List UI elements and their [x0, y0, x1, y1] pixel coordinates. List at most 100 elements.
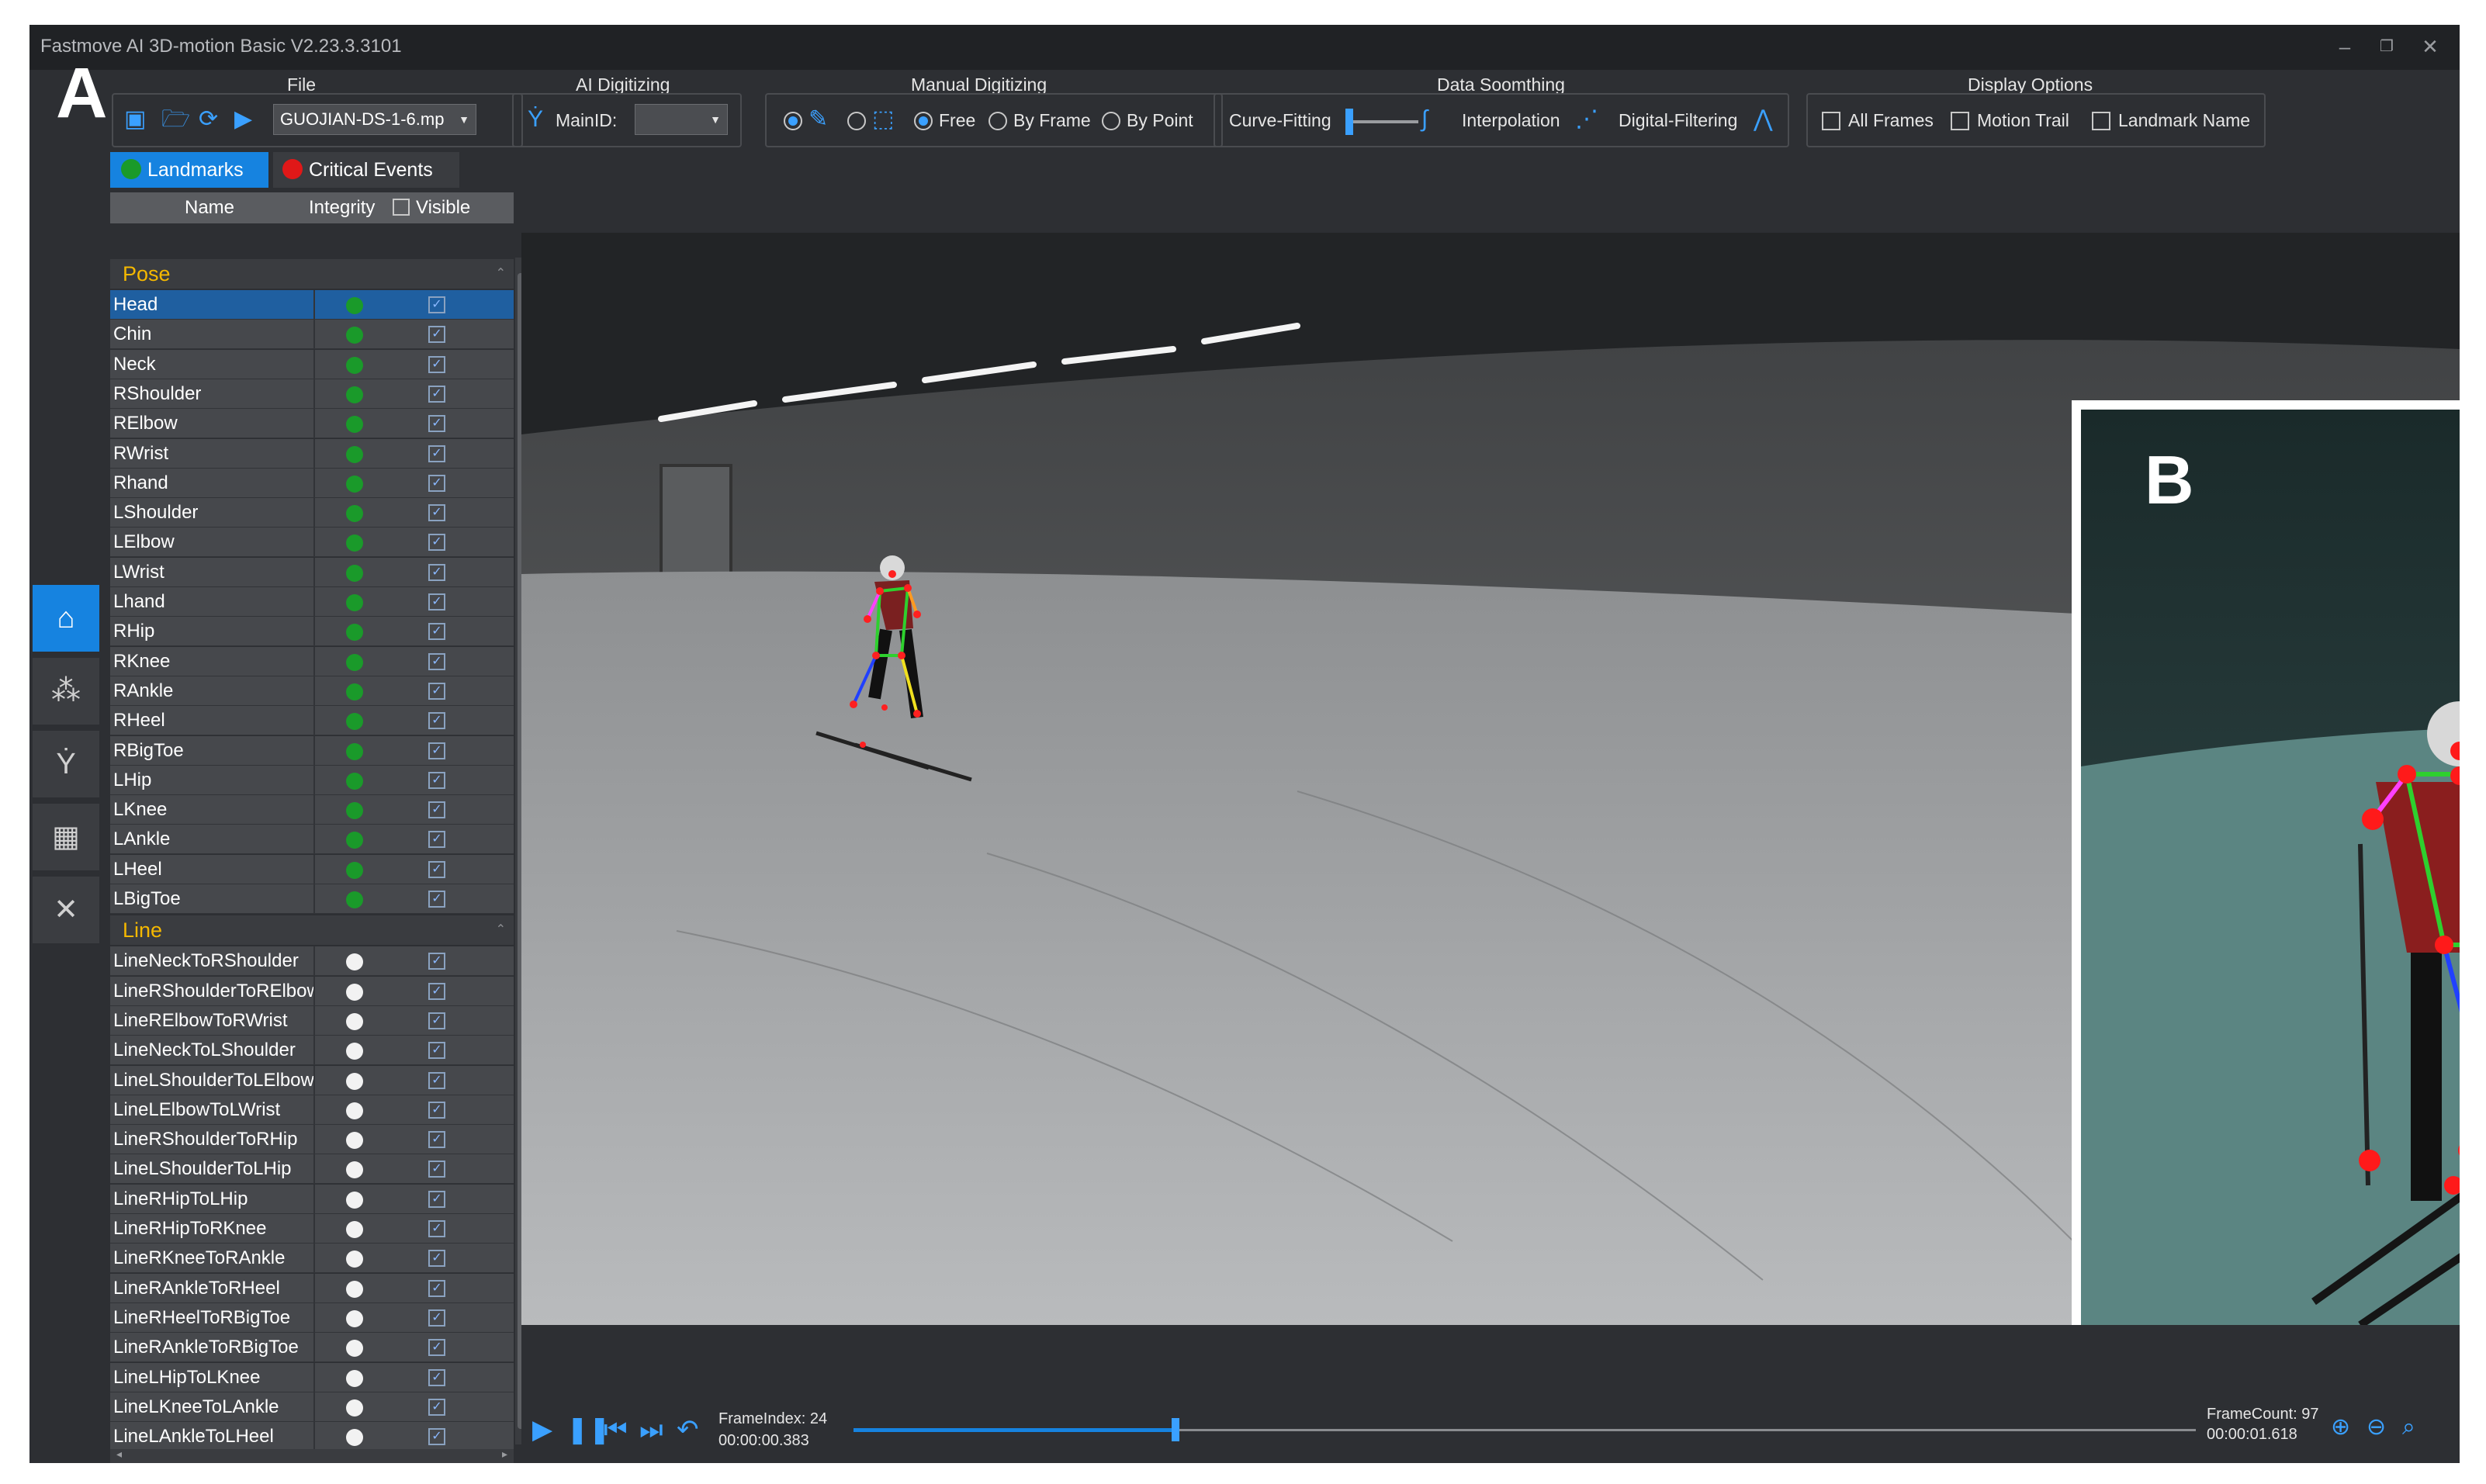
step-back-icon[interactable]: ⏮ [604, 1416, 628, 1444]
line-landmark-row[interactable]: LineRHeelToRBigToe ✓ [110, 1302, 514, 1333]
line-section[interactable]: Line ⌃ [110, 915, 514, 946]
close-icon[interactable]: ✕ [2416, 34, 2444, 59]
tab-landmarks[interactable]: Landmarks [110, 152, 268, 188]
visible-all-checkbox[interactable] [393, 199, 410, 216]
line-landmark-row[interactable]: LineLShoulderToLElbow ✓ [110, 1065, 514, 1095]
step-forward-icon[interactable]: ⏭ [639, 1416, 663, 1444]
visible-checkbox[interactable]: ✓ [428, 385, 445, 403]
tools-icon[interactable]: ✕ [33, 877, 99, 943]
restore-icon[interactable]: ❐ [2373, 34, 2401, 59]
visible-checkbox[interactable]: ✓ [428, 982, 445, 1000]
visible-checkbox[interactable]: ✓ [428, 831, 445, 849]
visible-checkbox[interactable]: ✓ [428, 771, 445, 789]
pose-landmark-row[interactable]: LKnee ✓ [110, 795, 514, 825]
visible-checkbox[interactable]: ✓ [428, 1101, 445, 1119]
home-icon[interactable]: ⌂ [33, 585, 99, 652]
visible-checkbox[interactable]: ✓ [428, 415, 445, 433]
skeleton-icon[interactable]: Ẏ [33, 731, 99, 797]
visible-checkbox[interactable]: ✓ [428, 953, 445, 970]
pose-landmark-row[interactable]: Neck ✓ [110, 349, 514, 379]
pose-landmark-row[interactable]: LHeel ✓ [110, 854, 514, 884]
visible-checkbox[interactable]: ✓ [428, 712, 445, 730]
curve-icon[interactable]: ∫ [1421, 106, 1428, 133]
visible-checkbox[interactable]: ✓ [428, 1161, 445, 1178]
save-icon[interactable]: ▣ [124, 106, 146, 133]
box-select-icon[interactable]: ⬚ [872, 106, 894, 133]
undo-icon[interactable]: ↶ [677, 1416, 699, 1444]
pose-landmark-row[interactable]: LWrist ✓ [110, 557, 514, 587]
visible-checkbox[interactable]: ✓ [428, 1279, 445, 1297]
curve-fitting-slider[interactable] [1345, 109, 1353, 135]
line-landmark-row[interactable]: LineLElbowToLWrist ✓ [110, 1095, 514, 1125]
visible-checkbox[interactable]: ✓ [428, 1012, 445, 1029]
visible-checkbox[interactable]: ✓ [428, 891, 445, 908]
visible-checkbox[interactable]: ✓ [428, 682, 445, 700]
visible-checkbox[interactable]: ✓ [428, 742, 445, 759]
minimize-icon[interactable]: – [2331, 34, 2359, 59]
pose-landmark-row[interactable]: RBigToe ✓ [110, 735, 514, 766]
pose-landmark-row[interactable]: RElbow ✓ [110, 409, 514, 439]
visible-checkbox[interactable]: ✓ [428, 1190, 445, 1208]
visible-checkbox[interactable]: ✓ [428, 1042, 445, 1060]
zoom-reset-icon[interactable]: ⌕ [2402, 1413, 2415, 1441]
pose-landmark-row[interactable]: Chin ✓ [110, 320, 514, 350]
file-select[interactable]: GUOJIAN-DS-1-6.mp ▼ [273, 104, 476, 135]
visible-checkbox[interactable]: ✓ [428, 860, 445, 878]
collapse-icon[interactable]: ⌃ [496, 915, 506, 945]
pose-section[interactable]: Pose ⌃ [110, 259, 514, 289]
visible-checkbox[interactable]: ✓ [428, 1250, 445, 1268]
line-landmark-row[interactable]: LineLHipToLKnee ✓ [110, 1362, 514, 1392]
visible-checkbox[interactable]: ✓ [428, 474, 445, 492]
zoom-in-icon[interactable]: ⊕ [2331, 1413, 2350, 1441]
visible-checkbox[interactable]: ✓ [428, 504, 445, 522]
pose-landmark-row[interactable]: RHeel ✓ [110, 706, 514, 736]
pose-landmark-row[interactable]: RAnkle ✓ [110, 676, 514, 706]
pose-landmark-row[interactable]: LHip ✓ [110, 765, 514, 795]
visible-checkbox[interactable]: ✓ [428, 1368, 445, 1386]
visible-checkbox[interactable]: ✓ [428, 563, 445, 581]
pose-landmark-row[interactable]: LShoulder ✓ [110, 498, 514, 528]
person-icon[interactable]: Ẏ [528, 106, 543, 133]
video-icon[interactable]: ▶ [234, 106, 252, 133]
pen-icon[interactable]: ✎ [808, 106, 828, 133]
visible-checkbox[interactable]: ✓ [428, 296, 445, 313]
pose-landmark-row[interactable]: Lhand ✓ [110, 587, 514, 617]
scroll-right-icon[interactable]: ▸ [502, 1448, 507, 1461]
visible-checkbox[interactable]: ✓ [428, 445, 445, 462]
line-landmark-row[interactable]: LineLKneeToLAnkle ✓ [110, 1392, 514, 1422]
visible-checkbox[interactable]: ✓ [428, 1309, 445, 1327]
line-landmark-row[interactable]: LineRElbowToRWrist ✓ [110, 1005, 514, 1036]
line-landmark-row[interactable]: LineNeckToRShoulder ✓ [110, 946, 514, 977]
visible-checkbox[interactable]: ✓ [428, 534, 445, 552]
all-frames-checkbox[interactable] [1822, 112, 1840, 130]
line-landmark-row[interactable]: LineRAnkleToRBigToe ✓ [110, 1333, 514, 1363]
filter-icon[interactable]: ⋀ [1754, 106, 1773, 133]
by-point-radio[interactable] [1102, 112, 1120, 130]
timeline-handle[interactable] [1172, 1418, 1180, 1441]
pose-landmark-row[interactable]: Head ✓ [110, 290, 514, 320]
video-viewport[interactable]: B [521, 233, 2460, 1325]
line-landmark-row[interactable]: LineRHipToLHip ✓ [110, 1184, 514, 1214]
visible-checkbox[interactable]: ✓ [428, 1428, 445, 1446]
pose-landmark-row[interactable]: RKnee ✓ [110, 646, 514, 676]
refresh-icon[interactable]: ⟳ [199, 106, 218, 133]
line-landmark-row[interactable]: LineRShoulderToRHip ✓ [110, 1125, 514, 1155]
point-mode-radio[interactable] [784, 112, 802, 130]
line-landmark-row[interactable]: LineRKneeToRAnkle ✓ [110, 1244, 514, 1274]
free-radio[interactable] [914, 112, 933, 130]
pose-landmark-row[interactable]: LElbow ✓ [110, 528, 514, 558]
folder-open-icon[interactable]: 🗁 [161, 106, 190, 133]
zoom-out-icon[interactable]: ⊖ [2367, 1413, 2386, 1441]
visible-checkbox[interactable]: ✓ [428, 801, 445, 819]
landmark-name-checkbox[interactable] [2092, 112, 2110, 130]
visible-checkbox[interactable]: ✓ [428, 623, 445, 641]
mainid-select[interactable]: ▼ [635, 104, 728, 135]
pose-landmark-row[interactable]: Rhand ✓ [110, 468, 514, 498]
visible-checkbox[interactable]: ✓ [428, 326, 445, 344]
collapse-icon[interactable]: ⌃ [496, 259, 506, 289]
landmarks-icon[interactable]: ⁂ [33, 658, 99, 725]
table-icon[interactable]: ▦ [33, 804, 99, 870]
line-landmark-row[interactable]: LineRAnkleToRHeel ✓ [110, 1273, 514, 1303]
visible-checkbox[interactable]: ✓ [428, 1131, 445, 1149]
visible-checkbox[interactable]: ✓ [428, 1398, 445, 1416]
